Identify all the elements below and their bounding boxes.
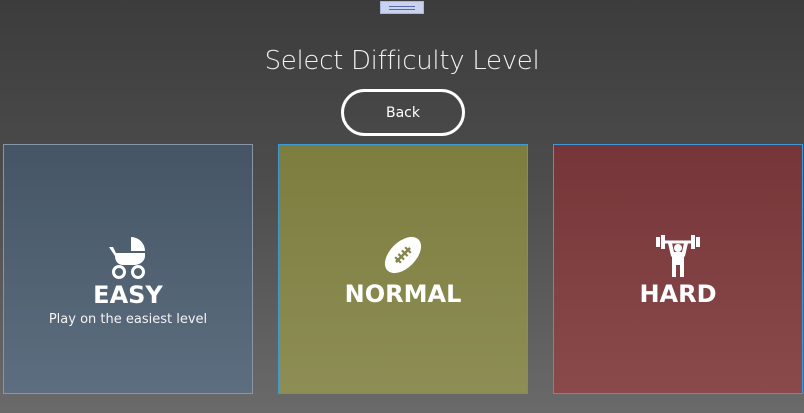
difficulty-tile-hard[interactable]: HARD bbox=[553, 144, 803, 394]
window-drag-handle[interactable] bbox=[380, 1, 424, 14]
drag-handle-line bbox=[389, 9, 415, 10]
tile-label-normal: NORMAL bbox=[344, 280, 462, 308]
baby-stroller-icon bbox=[109, 236, 145, 279]
tile-label-hard: HARD bbox=[639, 280, 717, 308]
back-button[interactable]: Back bbox=[341, 89, 465, 136]
drag-handle-line bbox=[389, 6, 415, 7]
tile-label-easy: EASY bbox=[93, 280, 163, 309]
football-icon bbox=[384, 236, 422, 274]
weightlifter-icon bbox=[656, 235, 700, 277]
page-title: Select Difficulty Level bbox=[264, 46, 540, 76]
difficulty-tile-easy[interactable]: EASY Play on the easiest level bbox=[3, 144, 253, 394]
tile-content: HARD bbox=[639, 231, 717, 308]
tile-description-easy: Play on the easiest level bbox=[48, 311, 208, 327]
tile-content: EASY Play on the easiest level bbox=[49, 234, 207, 327]
tile-content: NORMAL bbox=[344, 231, 462, 308]
difficulty-tile-normal[interactable]: NORMAL bbox=[278, 144, 528, 394]
